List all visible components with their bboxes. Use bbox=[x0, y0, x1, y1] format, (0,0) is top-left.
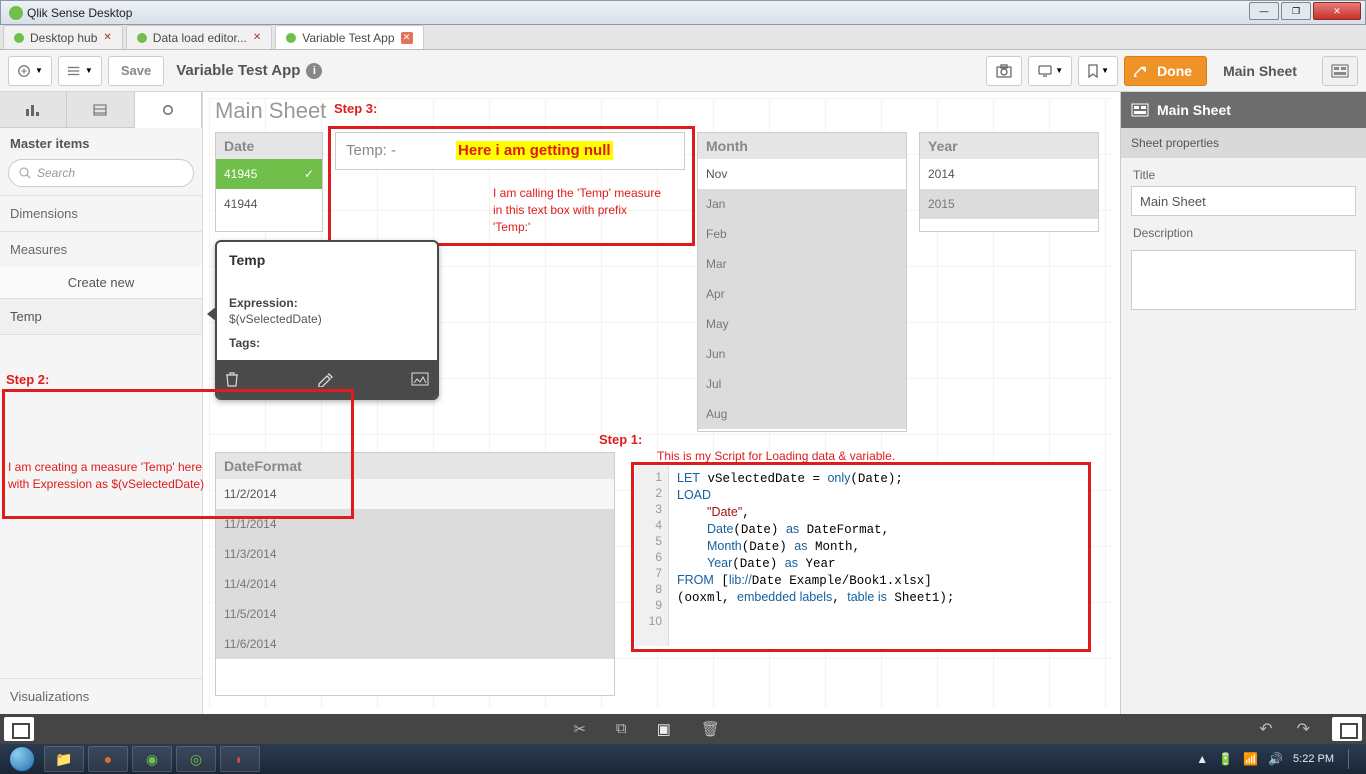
system-tray[interactable]: ▲ 🔋 📶 🔊 5:22 PM bbox=[1196, 749, 1362, 769]
start-button[interactable] bbox=[4, 745, 40, 773]
master-items-header: Master items bbox=[0, 128, 202, 159]
done-button[interactable]: Done bbox=[1124, 56, 1207, 86]
snapshot-button[interactable] bbox=[986, 56, 1022, 86]
battery-icon[interactable]: 🔋 bbox=[1218, 752, 1233, 766]
window-maximize-button[interactable]: ❐ bbox=[1281, 2, 1311, 20]
main-toolbar: ▼ ▼ Save Variable Test App i ▼ ▼ Done Ma… bbox=[0, 50, 1366, 92]
save-button[interactable]: Save bbox=[108, 56, 164, 86]
properties-panel: Main Sheet Sheet properties Title Descri… bbox=[1120, 92, 1366, 714]
search-icon bbox=[19, 167, 31, 179]
fields-tab[interactable] bbox=[67, 92, 134, 128]
month-row[interactable]: Jan bbox=[698, 189, 906, 219]
month-row[interactable]: Jul bbox=[698, 369, 906, 399]
window-titlebar: Qlik Sense Desktop — ❐ ✕ bbox=[0, 0, 1366, 25]
annotation-step3-label: Step 3: bbox=[334, 101, 377, 116]
date-filter[interactable]: Date 41945✓ 41944 bbox=[215, 132, 323, 232]
device-preview-button[interactable]: ▼ bbox=[1028, 56, 1072, 86]
volume-icon[interactable]: 🔊 bbox=[1268, 752, 1283, 766]
date-row[interactable]: 41944 bbox=[216, 189, 322, 219]
taskbar-explorer[interactable]: 📁 bbox=[44, 746, 84, 772]
month-row[interactable]: Nov bbox=[698, 159, 906, 189]
title-label: Title bbox=[1121, 158, 1366, 186]
sheet-properties-label: Sheet properties bbox=[1121, 128, 1366, 158]
dateformat-row[interactable]: 11/3/2014 bbox=[216, 539, 614, 569]
month-row[interactable]: Aug bbox=[698, 399, 906, 429]
annotation-step1-box bbox=[631, 462, 1091, 652]
window-title: Qlik Sense Desktop bbox=[1, 6, 132, 20]
dateformat-row[interactable]: 11/6/2014 bbox=[216, 629, 614, 659]
taskbar-qlik[interactable]: ◉ bbox=[132, 746, 172, 772]
tab-variable-test-app[interactable]: Variable Test App✕ bbox=[275, 25, 423, 49]
copy-icon[interactable]: ⧉ bbox=[616, 720, 627, 738]
edit-icon[interactable] bbox=[317, 371, 333, 387]
paste-icon[interactable]: ▣ bbox=[657, 720, 671, 738]
image-icon[interactable] bbox=[411, 372, 429, 386]
year-row[interactable]: 2015 bbox=[920, 189, 1098, 219]
year-filter[interactable]: Year 2014 2015 bbox=[919, 132, 1099, 232]
description-label: Description bbox=[1121, 216, 1366, 244]
taskbar-app[interactable]: ◎ bbox=[176, 746, 216, 772]
edit-menu-button[interactable]: ▼ bbox=[58, 56, 102, 86]
taskbar-app2[interactable]: ◐ bbox=[220, 746, 260, 772]
month-filter[interactable]: Month Nov Jan Feb Mar Apr May Jun Jul Au… bbox=[697, 132, 907, 432]
left-collapse-button[interactable] bbox=[4, 717, 34, 741]
annotation-step2-box bbox=[2, 389, 354, 519]
month-row[interactable]: Mar bbox=[698, 249, 906, 279]
delete-icon[interactable] bbox=[225, 371, 239, 387]
taskbar-firefox[interactable]: ● bbox=[88, 746, 128, 772]
app-title: Variable Test App i bbox=[176, 62, 322, 79]
trash-icon[interactable]: 🗑 bbox=[701, 720, 720, 738]
bookmark-button[interactable]: ▼ bbox=[1078, 56, 1118, 86]
create-new-button[interactable]: Create new bbox=[0, 267, 202, 298]
properties-header: Main Sheet bbox=[1121, 92, 1366, 128]
window-minimize-button[interactable]: — bbox=[1249, 2, 1279, 20]
nav-menu-button[interactable]: ▼ bbox=[8, 56, 52, 86]
month-row[interactable]: Jun bbox=[698, 339, 906, 369]
master-items-tab[interactable] bbox=[135, 92, 202, 128]
dateformat-row[interactable]: 11/4/2014 bbox=[216, 569, 614, 599]
measure-detail-popup: Temp Expression: $(vSelectedDate) Tags: bbox=[215, 240, 439, 400]
dimensions-section[interactable]: Dimensions bbox=[0, 195, 202, 231]
sheet-title: Main Sheet bbox=[215, 98, 326, 124]
search-input[interactable]: Search bbox=[8, 159, 194, 187]
year-row[interactable]: 2014 bbox=[920, 159, 1098, 189]
measures-section[interactable]: Measures bbox=[0, 231, 202, 267]
windows-taskbar: 📁 ● ◉ ◎ ◐ ▲ 🔋 📶 🔊 5:22 PM bbox=[0, 744, 1366, 774]
app-tab-bar: Desktop hub✕ Data load editor...✕ Variab… bbox=[0, 25, 1366, 50]
month-row[interactable]: May bbox=[698, 309, 906, 339]
tab-desktop-hub[interactable]: Desktop hub✕ bbox=[3, 25, 123, 49]
measure-item-temp[interactable]: Temp bbox=[0, 298, 202, 335]
wifi-icon[interactable]: 📶 bbox=[1243, 752, 1258, 766]
charts-tab[interactable] bbox=[0, 92, 67, 128]
sheets-menu-button[interactable] bbox=[1322, 56, 1358, 86]
redo-icon[interactable]: ↷ bbox=[1297, 719, 1310, 739]
tray-up-icon[interactable]: ▲ bbox=[1196, 752, 1208, 766]
window-close-button[interactable]: ✕ bbox=[1313, 2, 1361, 20]
description-input[interactable] bbox=[1131, 250, 1356, 310]
tab-data-load-editor[interactable]: Data load editor...✕ bbox=[126, 25, 272, 49]
undo-icon[interactable]: ↶ bbox=[1259, 719, 1272, 739]
info-icon[interactable]: i bbox=[306, 63, 322, 79]
cut-icon[interactable]: ✂ bbox=[573, 720, 586, 738]
bottom-toolbar: ✂ ⧉ ▣ 🗑 ↶ ↷ bbox=[0, 714, 1366, 744]
dateformat-row[interactable]: 11/5/2014 bbox=[216, 599, 614, 629]
annotation-step2-label: Step 2: bbox=[6, 372, 49, 387]
month-row[interactable]: Feb bbox=[698, 219, 906, 249]
title-input[interactable] bbox=[1131, 186, 1356, 216]
tray-clock[interactable]: 5:22 PM bbox=[1293, 753, 1334, 765]
right-collapse-button[interactable] bbox=[1332, 717, 1362, 741]
date-row-selected[interactable]: 41945✓ bbox=[216, 159, 322, 189]
visualizations-section[interactable]: Visualizations bbox=[0, 678, 202, 714]
sheet-name-display: Main Sheet bbox=[1223, 63, 1297, 79]
annotation-step1-label: Step 1: bbox=[599, 432, 642, 447]
month-row[interactable]: Apr bbox=[698, 279, 906, 309]
